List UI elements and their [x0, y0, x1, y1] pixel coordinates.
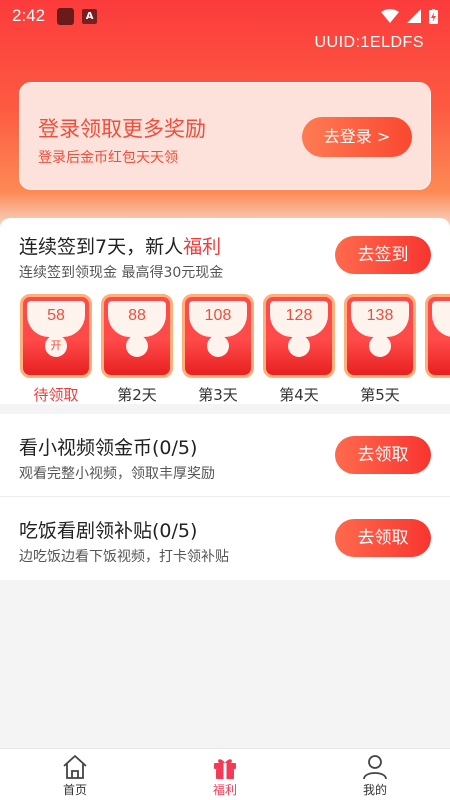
signin-title-text: 连续签到7天，新人 — [19, 236, 184, 258]
coin-icon — [207, 335, 229, 357]
user-icon — [363, 755, 387, 780]
status-time: 2:42 — [12, 6, 46, 25]
signin-card: 连续签到7天，新人福利 连续签到领现金 最高得30元现金 去签到 58 开 待领… — [0, 218, 450, 404]
signin-day-partial — [425, 294, 450, 378]
coin-icon — [369, 335, 391, 357]
signin-day-label: 第3天 — [198, 386, 238, 404]
tab-label: 福利 — [212, 783, 237, 797]
red-packet-amount: 58 — [47, 307, 65, 324]
task-list: 看小视频领金币(0/5) 观看完整小视频，领取丰厚奖励 去领取 吃饭看剧领补贴(… — [0, 414, 450, 580]
task-title: 看小视频领金币(0/5) — [19, 437, 198, 459]
login-banner-subtitle: 登录后金币红包天天领 — [38, 150, 178, 166]
signin-day-label: 第2天 — [117, 386, 157, 404]
signin-day-label: 第5天 — [360, 386, 400, 404]
login-button[interactable]: 去登录 > — [302, 117, 412, 157]
red-packet-icon: 58 开 — [20, 294, 92, 378]
tab-mine[interactable]: 我的 — [300, 749, 450, 800]
red-packet-icon: 108 — [182, 294, 254, 378]
signin-day-2[interactable]: 88 第2天 — [101, 294, 173, 404]
red-packet-flap — [432, 301, 450, 337]
status-bar: 2:42 A — [0, 0, 450, 32]
notification-badge-icon: A — [82, 8, 98, 24]
coin-icon — [126, 335, 148, 357]
red-packet-amount: 138 — [366, 307, 394, 324]
tab-label: 首页 — [62, 783, 87, 797]
task-title: 吃饭看剧领补贴(0/5) — [19, 520, 198, 542]
coin-icon — [288, 335, 310, 357]
signal-icon — [407, 9, 421, 23]
login-banner-title: 登录领取更多奖励 — [38, 117, 206, 141]
red-packet-amount: 88 — [128, 307, 146, 324]
bottom-tab-bar: 首页 福利 我的 — [0, 748, 450, 800]
battery-icon — [429, 8, 438, 24]
signin-subtitle: 连续签到领现金 最高得30元现金 — [19, 265, 224, 281]
tab-label: 我的 — [362, 783, 387, 797]
red-packet-icon: 88 — [101, 294, 173, 378]
gift-icon — [214, 759, 236, 779]
home-icon — [63, 755, 87, 779]
login-banner: 登录领取更多奖励 登录后金币红包天天领 去登录 > — [19, 82, 431, 190]
red-packet-amount: 128 — [285, 307, 313, 324]
signin-day-4[interactable]: 128 第4天 — [263, 294, 335, 404]
task-subtitle: 观看完整小视频，领取丰厚奖励 — [19, 466, 215, 482]
tab-welfare[interactable]: 福利 — [150, 749, 300, 800]
signin-title-highlight: 福利 — [183, 236, 222, 258]
task-item-meal: 吃饭看剧领补贴(0/5) 边吃饭边看下饭视频，打卡领补贴 去领取 — [0, 497, 450, 579]
signin-day-label: 第4天 — [279, 386, 319, 404]
uuid-label: UUID:1ELDFS — [314, 34, 424, 51]
wifi-icon — [381, 9, 399, 23]
tab-home[interactable]: 首页 — [0, 749, 150, 800]
open-coin-icon: 开 — [45, 335, 67, 357]
red-packet-icon — [425, 294, 450, 378]
red-packet-amount: 108 — [204, 307, 232, 324]
red-packet-icon: 138 — [344, 294, 416, 378]
claim-meal-button[interactable]: 去领取 — [335, 519, 431, 557]
signin-day-label: 待领取 — [33, 386, 79, 404]
notification-app-icon — [57, 7, 75, 25]
signin-day-5[interactable]: 138 第5天 — [344, 294, 416, 404]
signin-day-3[interactable]: 108 第3天 — [182, 294, 254, 404]
task-item-video: 看小视频领金币(0/5) 观看完整小视频，领取丰厚奖励 去领取 — [0, 414, 450, 497]
signin-button[interactable]: 去签到 — [335, 236, 431, 274]
signin-title: 连续签到7天，新人福利 — [19, 232, 221, 259]
signin-day-1[interactable]: 58 开 待领取 — [20, 294, 92, 404]
task-subtitle: 边吃饭边看下饭视频，打卡领补贴 — [19, 549, 229, 565]
red-packet-icon: 128 — [263, 294, 335, 378]
signin-days: 58 开 待领取 88 第2天 108 第3天 128 第4天 138 第5天 — [20, 294, 450, 404]
claim-video-button[interactable]: 去领取 — [335, 436, 431, 474]
